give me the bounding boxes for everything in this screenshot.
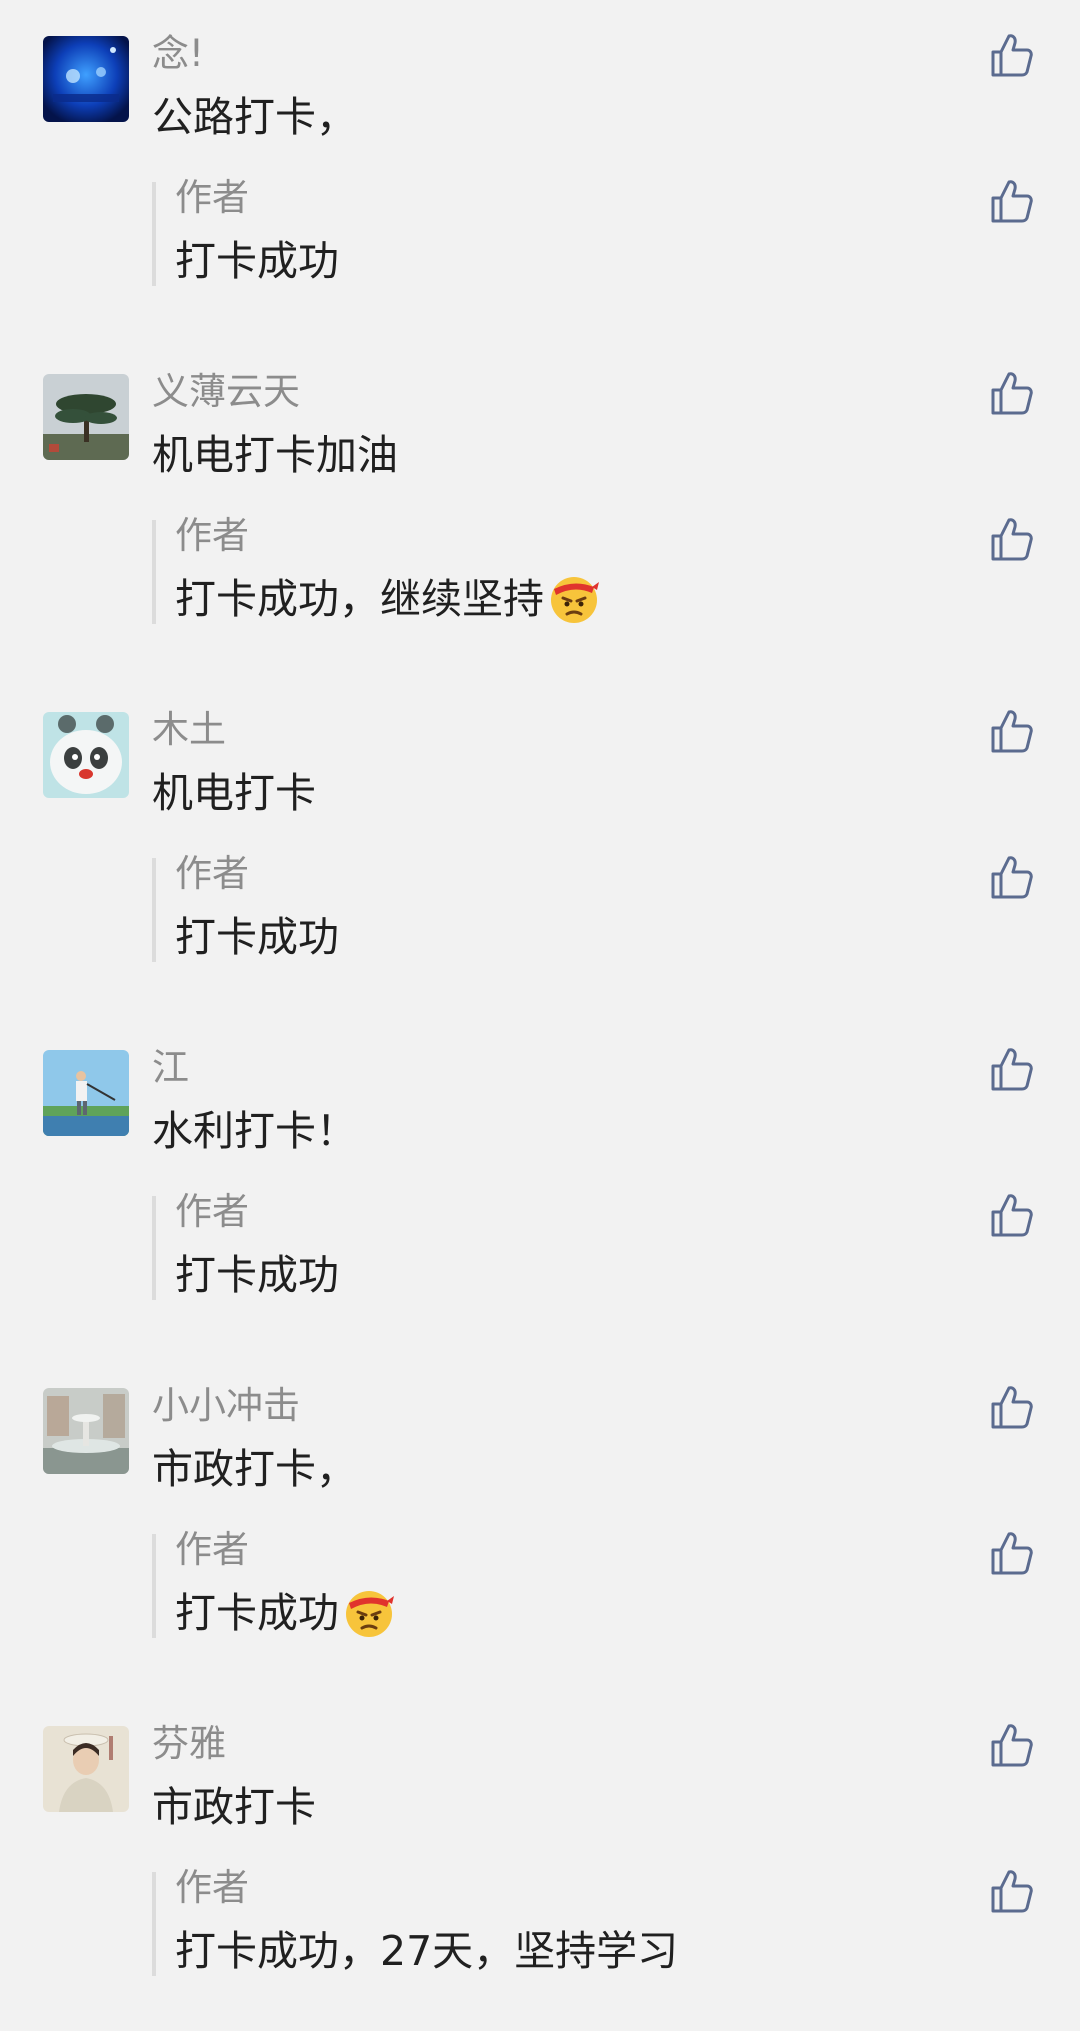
avatar[interactable] — [43, 1050, 129, 1136]
thumbs-up-icon — [991, 1048, 1033, 1091]
like-button[interactable] — [990, 1384, 1034, 1430]
reply-text: 打卡成功 — [175, 237, 339, 285]
username[interactable]: 芬雅 — [152, 1718, 226, 1770]
like-button[interactable] — [990, 1046, 1034, 1092]
thumbs-up-icon — [991, 180, 1033, 223]
comment-text: 公路打卡， — [152, 93, 357, 141]
thumbs-up-icon — [991, 34, 1033, 77]
reply-divider — [152, 182, 156, 286]
username[interactable]: 小小冲击 — [152, 1380, 300, 1432]
reply-like-button[interactable] — [990, 854, 1034, 900]
like-button[interactable] — [990, 32, 1034, 78]
reply-author: 作者 — [175, 852, 249, 895]
thumbs-up-icon — [991, 1532, 1033, 1575]
comment-item: 芬雅 市政打卡 作者 打卡成功，27天，坚持学习 — [0, 1722, 1080, 2026]
reply-like-button[interactable] — [990, 1530, 1034, 1576]
avatar[interactable] — [43, 712, 129, 798]
reply-divider — [152, 858, 156, 962]
reply-text: 打卡成功，继续坚持 — [175, 570, 600, 628]
reply-like-button[interactable] — [990, 516, 1034, 562]
reply-text: 打卡成功 — [175, 913, 339, 961]
username[interactable]: 义薄云天 — [152, 366, 300, 418]
reply-like-button[interactable] — [990, 1868, 1034, 1914]
thumbs-up-icon — [991, 1194, 1033, 1237]
thumbs-up-icon — [991, 1870, 1033, 1913]
reply-author: 作者 — [175, 1528, 249, 1571]
thumbs-up-icon — [991, 372, 1033, 415]
reply-text: 打卡成功 — [175, 1584, 395, 1642]
comment-item: 念! 公路打卡， 作者 打卡成功 — [0, 32, 1080, 336]
comment-text: 市政打卡 — [152, 1783, 316, 1831]
comment-text: 机电打卡加油 — [152, 431, 398, 479]
like-button[interactable] — [990, 1722, 1034, 1768]
reply-divider — [152, 1534, 156, 1638]
determined-face-emoji — [548, 573, 600, 625]
reply-divider — [152, 1872, 156, 1976]
like-button[interactable] — [990, 370, 1034, 416]
avatar[interactable] — [43, 374, 129, 460]
reply-author: 作者 — [175, 1190, 249, 1233]
thumbs-up-icon — [991, 518, 1033, 561]
reply-text: 打卡成功，27天，坚持学习 — [175, 1927, 679, 1975]
comment-item: 义薄云天 机电打卡加油 作者 打卡成功，继续坚持 — [0, 370, 1080, 674]
thumbs-up-icon — [991, 710, 1033, 753]
reply-divider — [152, 1196, 156, 1300]
reply-divider — [152, 520, 156, 624]
thumbs-up-icon — [991, 856, 1033, 899]
comment-item: 江 水利打卡！ 作者 打卡成功 — [0, 1046, 1080, 1350]
comment-item: 木土 机电打卡 作者 打卡成功 — [0, 708, 1080, 1012]
reply-author: 作者 — [175, 176, 249, 219]
avatar[interactable] — [43, 1726, 129, 1812]
like-button[interactable] — [990, 708, 1034, 754]
avatar[interactable] — [43, 36, 129, 122]
username[interactable]: 念! — [152, 28, 204, 80]
comment-text: 机电打卡 — [152, 769, 316, 817]
comment-text: 水利打卡！ — [152, 1107, 357, 1155]
thumbs-up-icon — [991, 1386, 1033, 1429]
reply-like-button[interactable] — [990, 178, 1034, 224]
comment-text: 市政打卡， — [152, 1445, 357, 1493]
username[interactable]: 江 — [152, 1042, 189, 1094]
thumbs-up-icon — [991, 1724, 1033, 1767]
reply-author: 作者 — [175, 514, 249, 557]
reply-text: 打卡成功 — [175, 1251, 339, 1299]
username[interactable]: 木土 — [152, 704, 226, 756]
determined-face-emoji — [343, 1587, 395, 1639]
avatar[interactable] — [43, 1388, 129, 1474]
reply-like-button[interactable] — [990, 1192, 1034, 1238]
comment-item: 小小冲击 市政打卡， 作者 打卡成功 — [0, 1384, 1080, 1688]
comment-list: 念! 公路打卡， 作者 打卡成功 义薄云天 机电打卡加油 作者 打卡成功，继续坚… — [0, 0, 1080, 2031]
reply-author: 作者 — [175, 1866, 249, 1909]
